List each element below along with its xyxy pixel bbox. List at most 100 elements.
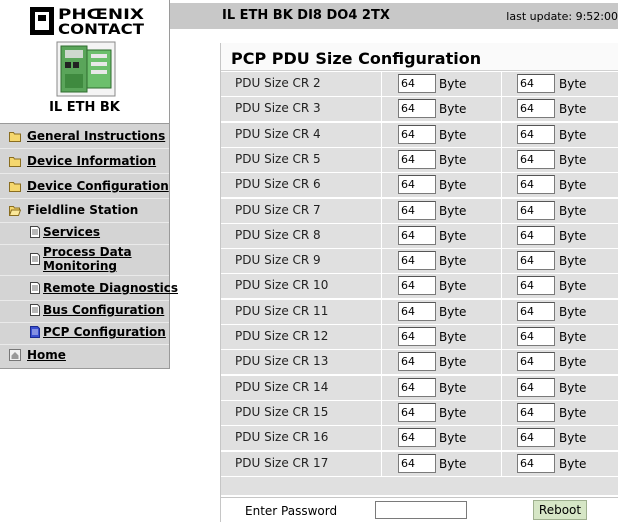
pdu-size-input-2[interactable] (517, 99, 555, 118)
nav-device-information[interactable]: Device Information (0, 149, 169, 174)
nav-label: General Instructions (27, 129, 166, 143)
pdu-size-input-1[interactable] (398, 378, 436, 397)
folder-icon (9, 132, 21, 142)
config-row: PDU Size CR 2 Byte Byte (221, 72, 618, 97)
nav-home[interactable]: Home (0, 343, 169, 367)
unit-label-2: Byte (559, 178, 587, 192)
row-divider (501, 224, 502, 248)
unit-label-1: Byte (439, 431, 467, 445)
nav-general-instructions[interactable]: General Instructions (0, 124, 169, 149)
config-row: PDU Size CR 16 Byte Byte (221, 426, 618, 451)
folder-open-icon (9, 206, 21, 216)
row-label: PDU Size CR 14 (235, 380, 329, 394)
pdu-size-input-2[interactable] (517, 327, 555, 346)
unit-label-2: Byte (559, 77, 587, 91)
row-divider (381, 452, 382, 476)
unit-label-1: Byte (439, 153, 467, 167)
pdu-size-input-1[interactable] (398, 251, 436, 270)
pdu-size-input-2[interactable] (517, 428, 555, 447)
row-label: PDU Size CR 11 (235, 304, 329, 318)
nav-label: PCP Configuration (43, 325, 166, 339)
unit-label-1: Byte (439, 204, 467, 218)
nav-label: Home (27, 348, 66, 362)
row-divider (501, 376, 502, 400)
pdu-size-input-2[interactable] (517, 378, 555, 397)
row-label: PDU Size CR 8 (235, 228, 321, 242)
unit-label-1: Byte (439, 77, 467, 91)
pdu-size-input-1[interactable] (398, 201, 436, 220)
reboot-button[interactable]: Reboot (533, 500, 587, 520)
pdu-size-input-1[interactable] (398, 428, 436, 447)
folder-icon (9, 157, 21, 167)
unit-label-2: Byte (559, 229, 587, 243)
password-input[interactable] (375, 501, 467, 519)
pdu-size-input-2[interactable] (517, 125, 555, 144)
pdu-size-input-2[interactable] (517, 251, 555, 270)
pdu-size-input-2[interactable] (517, 352, 555, 371)
unit-label-2: Byte (559, 153, 587, 167)
row-divider (501, 123, 502, 147)
nav-services[interactable]: Services (0, 220, 169, 245)
row-divider (381, 72, 382, 96)
pdu-size-input-1[interactable] (398, 352, 436, 371)
spacer-row (221, 477, 618, 495)
unit-label-2: Byte (559, 128, 587, 142)
pdu-size-input-1[interactable] (398, 403, 436, 422)
nav-device-configuration[interactable]: Device Configuration (0, 174, 169, 199)
pdu-size-input-1[interactable] (398, 175, 436, 194)
config-row: PDU Size CR 15 Byte Byte (221, 401, 618, 426)
row-divider (381, 199, 382, 223)
pdu-size-input-1[interactable] (398, 125, 436, 144)
row-label: PDU Size CR 2 (235, 76, 321, 90)
row-divider (501, 401, 502, 425)
row-label: PDU Size CR 10 (235, 278, 329, 292)
row-label: PDU Size CR 5 (235, 152, 321, 166)
row-label: PDU Size CR 12 (235, 329, 329, 343)
nav-process-data-monitoring[interactable]: Process Data Monitoring (0, 243, 169, 276)
pdu-size-input-2[interactable] (517, 175, 555, 194)
pdu-size-input-1[interactable] (398, 150, 436, 169)
row-divider (381, 97, 382, 121)
pdu-size-input-2[interactable] (517, 302, 555, 321)
pdu-size-input-1[interactable] (398, 327, 436, 346)
unit-label-1: Byte (439, 355, 467, 369)
unit-label-2: Byte (559, 381, 587, 395)
pdu-size-input-2[interactable] (517, 201, 555, 220)
pdu-size-input-1[interactable] (398, 276, 436, 295)
pdu-size-input-1[interactable] (398, 226, 436, 245)
pdu-size-input-2[interactable] (517, 276, 555, 295)
logo-text-line1: PHŒNIX (58, 7, 144, 23)
row-divider (381, 224, 382, 248)
device-name: IL ETH BK (49, 100, 120, 115)
phoenix-contact-logo: PHŒNIX CONTACT (30, 7, 145, 37)
row-label: PDU Size CR 3 (235, 101, 321, 115)
page-title: PCP PDU Size Configuration (231, 49, 482, 68)
row-divider (501, 350, 502, 374)
config-row: PDU Size CR 10 Byte Byte (221, 274, 618, 299)
unit-label-1: Byte (439, 457, 467, 471)
row-divider (381, 300, 382, 324)
pdu-size-input-1[interactable] (398, 454, 436, 473)
pdu-size-input-2[interactable] (517, 150, 555, 169)
config-row: PDU Size CR 7 Byte Byte (221, 199, 618, 224)
row-label: PDU Size CR 15 (235, 405, 329, 419)
row-divider (381, 249, 382, 273)
pdu-size-input-1[interactable] (398, 302, 436, 321)
config-row: PDU Size CR 6 Byte Byte (221, 173, 618, 198)
pdu-size-input-1[interactable] (398, 99, 436, 118)
pdu-size-input-2[interactable] (517, 403, 555, 422)
nav-label: Process Data Monitoring (43, 245, 132, 273)
pdu-size-input-1[interactable] (398, 74, 436, 93)
page-icon-active (30, 326, 40, 338)
pdu-size-input-2[interactable] (517, 454, 555, 473)
config-row: PDU Size CR 14 Byte Byte (221, 376, 618, 401)
row-divider (381, 350, 382, 374)
config-row: PDU Size CR 17 Byte Byte (221, 452, 618, 477)
nav-label: Services (43, 225, 101, 239)
row-divider (381, 376, 382, 400)
pdu-size-input-2[interactable] (517, 74, 555, 93)
nav-pcp-configuration[interactable]: PCP Configuration (0, 320, 169, 345)
page-icon (30, 253, 40, 265)
row-divider (381, 148, 382, 172)
pdu-size-input-2[interactable] (517, 226, 555, 245)
